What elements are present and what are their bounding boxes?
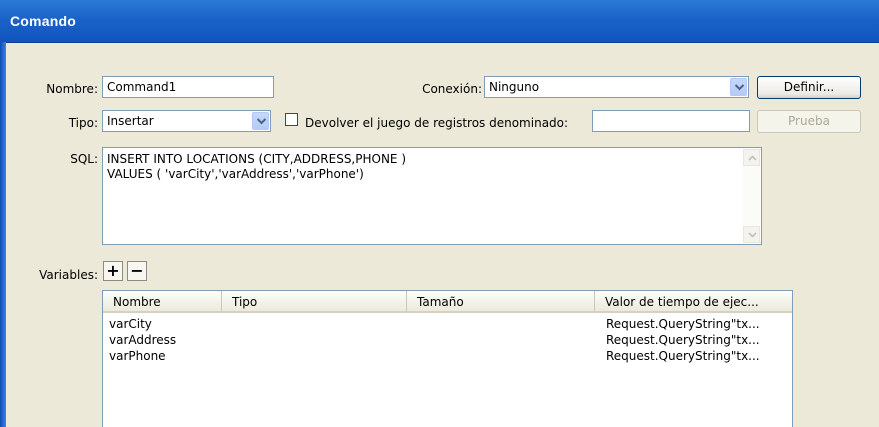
- name-input[interactable]: Command1: [102, 76, 274, 98]
- command-dialog: Comando Nombre: Command1 Conexión: Ningu…: [0, 0, 879, 427]
- cell-size: [413, 316, 591, 332]
- cell-runtime-value: Request.QueryString"tx...: [606, 349, 760, 363]
- column-header-runtime-value[interactable]: Valor de tiempo de ejec...: [595, 291, 792, 313]
- remove-variable-button[interactable]: −: [127, 261, 147, 281]
- dialog-title: Comando: [10, 13, 76, 29]
- dialog-body: Nombre: Command1 Conexión: Ninguno Defin…: [6, 43, 879, 427]
- sql-scrollbar[interactable]: [743, 149, 760, 243]
- type-select[interactable]: Insertar: [102, 110, 271, 132]
- cell-type: [228, 332, 403, 348]
- connection-select[interactable]: Ninguno: [484, 76, 749, 98]
- chevron-down-icon[interactable]: [252, 112, 269, 130]
- cell-name: varPhone: [109, 349, 166, 363]
- cell-size: [413, 348, 591, 364]
- column-header-name[interactable]: Nombre: [103, 291, 222, 313]
- title-bar[interactable]: Comando: [0, 0, 879, 43]
- cell-type: [228, 316, 403, 332]
- sql-label: SQL:: [70, 152, 98, 166]
- connection-select-value: Ninguno: [489, 80, 540, 94]
- sql-line: VALUES ( 'varCity','varAddress','varPhon…: [107, 167, 364, 181]
- variables-table[interactable]: Nombre Tipo Tamaño Valor de tiempo de ej…: [102, 290, 793, 427]
- sql-line: INSERT INTO LOCATIONS (CITY,ADDRESS,PHON…: [107, 152, 407, 166]
- type-label: Tipo:: [68, 116, 98, 130]
- variables-label: Variables:: [39, 268, 98, 282]
- minus-icon: −: [130, 261, 144, 280]
- return-recordset-label: Devolver el juego de registros denominad…: [305, 116, 569, 130]
- sql-textarea[interactable]: INSERT INTO LOCATIONS (CITY,ADDRESS,PHON…: [102, 147, 762, 245]
- cell-type: [228, 348, 403, 364]
- cell-size: [413, 332, 591, 348]
- cell-name: varAddress: [109, 333, 177, 347]
- return-recordset-checkbox[interactable]: [285, 113, 298, 126]
- type-select-value: Insertar: [107, 114, 154, 128]
- chevron-down-icon[interactable]: [730, 78, 747, 96]
- cell-name: varCity: [109, 317, 152, 331]
- connection-label: Conexión:: [422, 82, 482, 96]
- scroll-up-arrow-icon[interactable]: [743, 149, 760, 166]
- scroll-down-arrow-icon[interactable]: [743, 226, 760, 243]
- plus-icon: +: [106, 261, 120, 280]
- cell-runtime-value: Request.QueryString"tx...: [606, 317, 760, 331]
- column-header-type[interactable]: Tipo: [222, 291, 407, 313]
- define-button[interactable]: Definir...: [757, 76, 861, 99]
- recordset-name-input[interactable]: [592, 110, 750, 132]
- name-label: Nombre:: [46, 82, 98, 96]
- test-button[interactable]: Prueba: [757, 110, 861, 133]
- add-variable-button[interactable]: +: [103, 261, 123, 281]
- cell-runtime-value: Request.QueryString"tx...: [606, 333, 760, 347]
- column-header-size[interactable]: Tamaño: [407, 291, 595, 313]
